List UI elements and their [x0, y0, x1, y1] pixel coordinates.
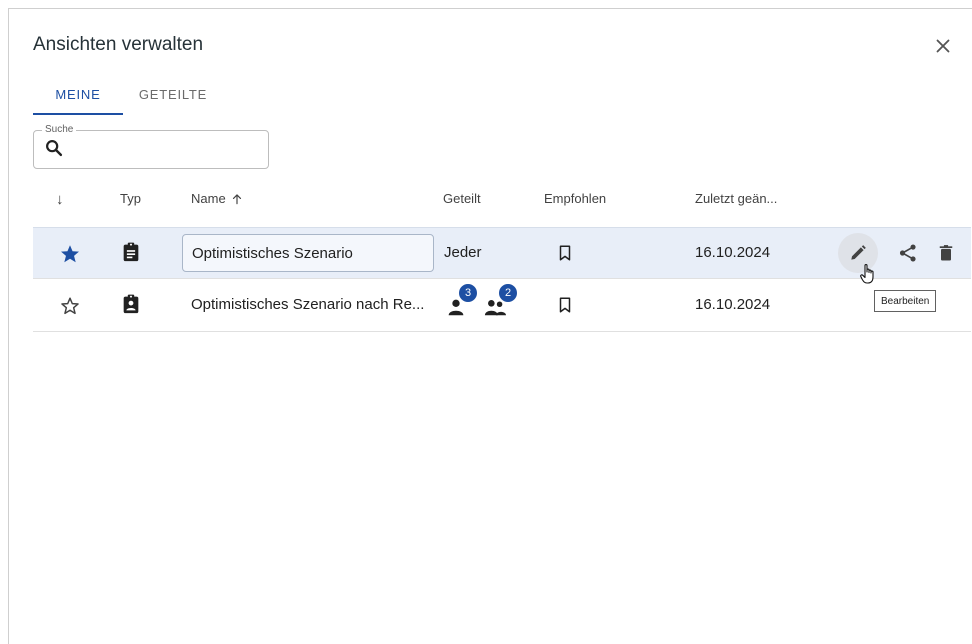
arrow-up-icon: [230, 192, 244, 206]
search-label: Suche: [42, 124, 77, 135]
clipboard-icon: [120, 241, 142, 263]
manage-views-dialog: Ansichten verwalten MEINE GETEILTE Suche…: [8, 8, 972, 644]
modified-date: 16.10.2024: [695, 244, 771, 261]
column-header-name-label: Name: [191, 191, 226, 206]
hand-cursor-icon: [860, 263, 878, 285]
delete-button[interactable]: [926, 233, 966, 273]
name-edit-input[interactable]: Optimistisches Szenario: [182, 234, 434, 272]
share-icon: [899, 244, 916, 262]
column-header-type[interactable]: Typ: [120, 191, 141, 206]
share-button[interactable]: [888, 233, 928, 273]
star-outline-icon[interactable]: [59, 295, 81, 317]
bookmark-icon[interactable]: [556, 296, 574, 314]
view-name: Optimistisches Szenario nach Re...: [191, 296, 425, 313]
tab-geteilte[interactable]: GETEILTE: [133, 75, 213, 113]
shared-users-count: 3: [458, 283, 478, 303]
delete-icon: [939, 245, 953, 261]
star-filled-icon[interactable]: [59, 243, 81, 265]
column-header-favorite[interactable]: ↓: [56, 191, 64, 208]
edit-tooltip: Bearbeiten: [874, 290, 937, 312]
column-header-shared[interactable]: Geteilt: [443, 191, 481, 206]
modified-date: 16.10.2024: [695, 296, 771, 313]
clipboard-person-icon: [120, 293, 142, 315]
bookmark-icon[interactable]: [556, 244, 574, 262]
search-icon: [43, 137, 65, 159]
column-header-modified[interactable]: Zuletzt geän...: [695, 191, 777, 206]
search-field: Suche: [33, 124, 269, 169]
dialog-title: Ansichten verwalten: [33, 34, 204, 55]
shared-groups-count: 2: [498, 283, 518, 303]
table-row[interactable]: Optimistisches Szenario Jeder 16.10.2024: [33, 227, 971, 279]
column-header-name[interactable]: Name: [191, 191, 244, 206]
column-header-recommended[interactable]: Empfohlen: [544, 191, 606, 206]
close-icon[interactable]: [932, 35, 954, 57]
tab-meine[interactable]: MEINE: [33, 75, 123, 115]
shared-cell: Jeder: [444, 244, 482, 261]
sort-down-icon: ↓: [56, 191, 64, 208]
edit-icon: [851, 245, 866, 260]
search-input[interactable]: [68, 139, 262, 161]
table-row[interactable]: Optimistisches Szenario nach Re... 3 2 1…: [33, 280, 971, 332]
